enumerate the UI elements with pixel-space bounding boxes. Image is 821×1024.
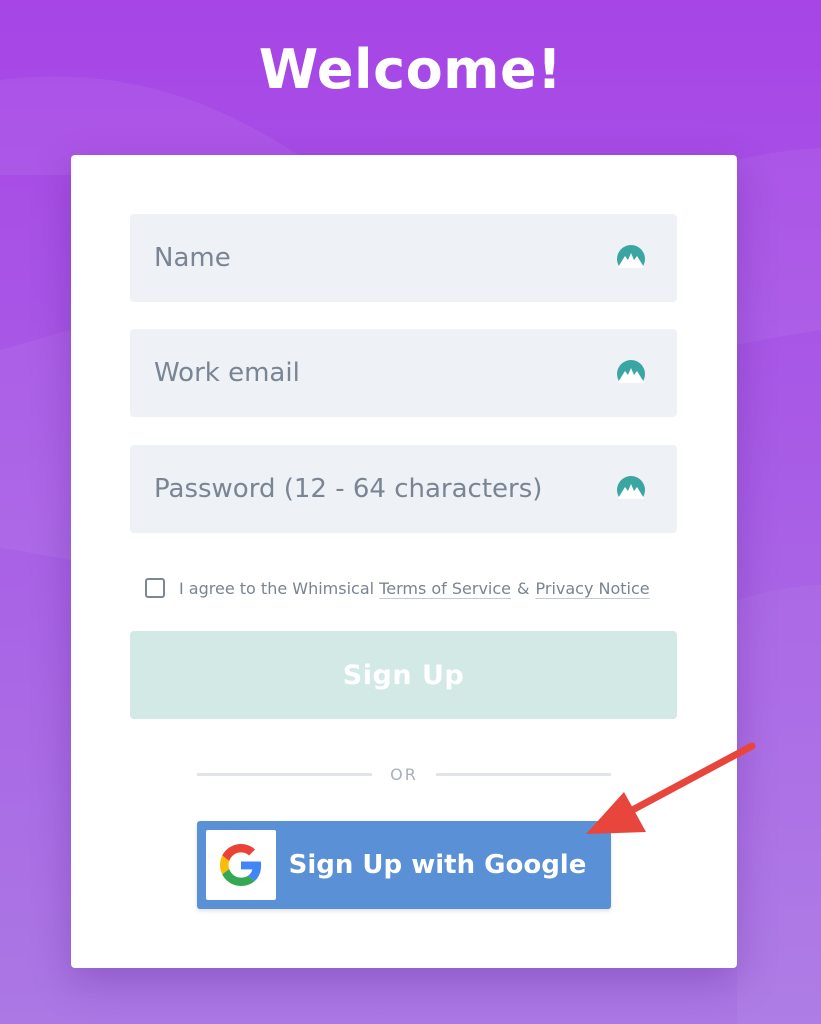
google-button-label: Sign Up with Google (288, 850, 587, 880)
page-title: Welcome! (258, 38, 563, 101)
name-input[interactable] (130, 214, 677, 302)
red-arrow-annotation (586, 742, 756, 834)
google-signup-button[interactable]: Sign Up with Google (197, 821, 611, 909)
terms-checkbox[interactable] (145, 578, 165, 598)
terms-of-service-link[interactable]: Terms of Service (379, 579, 511, 598)
or-divider: OR (197, 762, 611, 786)
terms-agreement: I agree to the Whimsical Terms of Servic… (145, 573, 675, 603)
password-field[interactable] (130, 445, 677, 533)
ampersand-text: & (517, 578, 530, 598)
or-label: OR (390, 764, 418, 784)
password-manager-icon[interactable] (616, 475, 646, 505)
email-input[interactable] (130, 329, 677, 417)
password-manager-icon[interactable] (616, 244, 646, 274)
password-manager-icon[interactable] (616, 359, 646, 389)
google-logo-box (206, 830, 276, 900)
email-field[interactable] (130, 329, 677, 417)
divider-line-left (197, 772, 373, 776)
google-icon (220, 844, 262, 886)
signup-card: I agree to the Whimsical Terms of Servic… (71, 155, 737, 968)
name-field[interactable] (130, 214, 677, 302)
agree-text: I agree to the Whimsical (179, 578, 375, 598)
privacy-notice-link[interactable]: Privacy Notice (536, 579, 650, 598)
sign-up-button[interactable]: Sign Up (130, 631, 677, 719)
password-input[interactable] (130, 445, 677, 533)
